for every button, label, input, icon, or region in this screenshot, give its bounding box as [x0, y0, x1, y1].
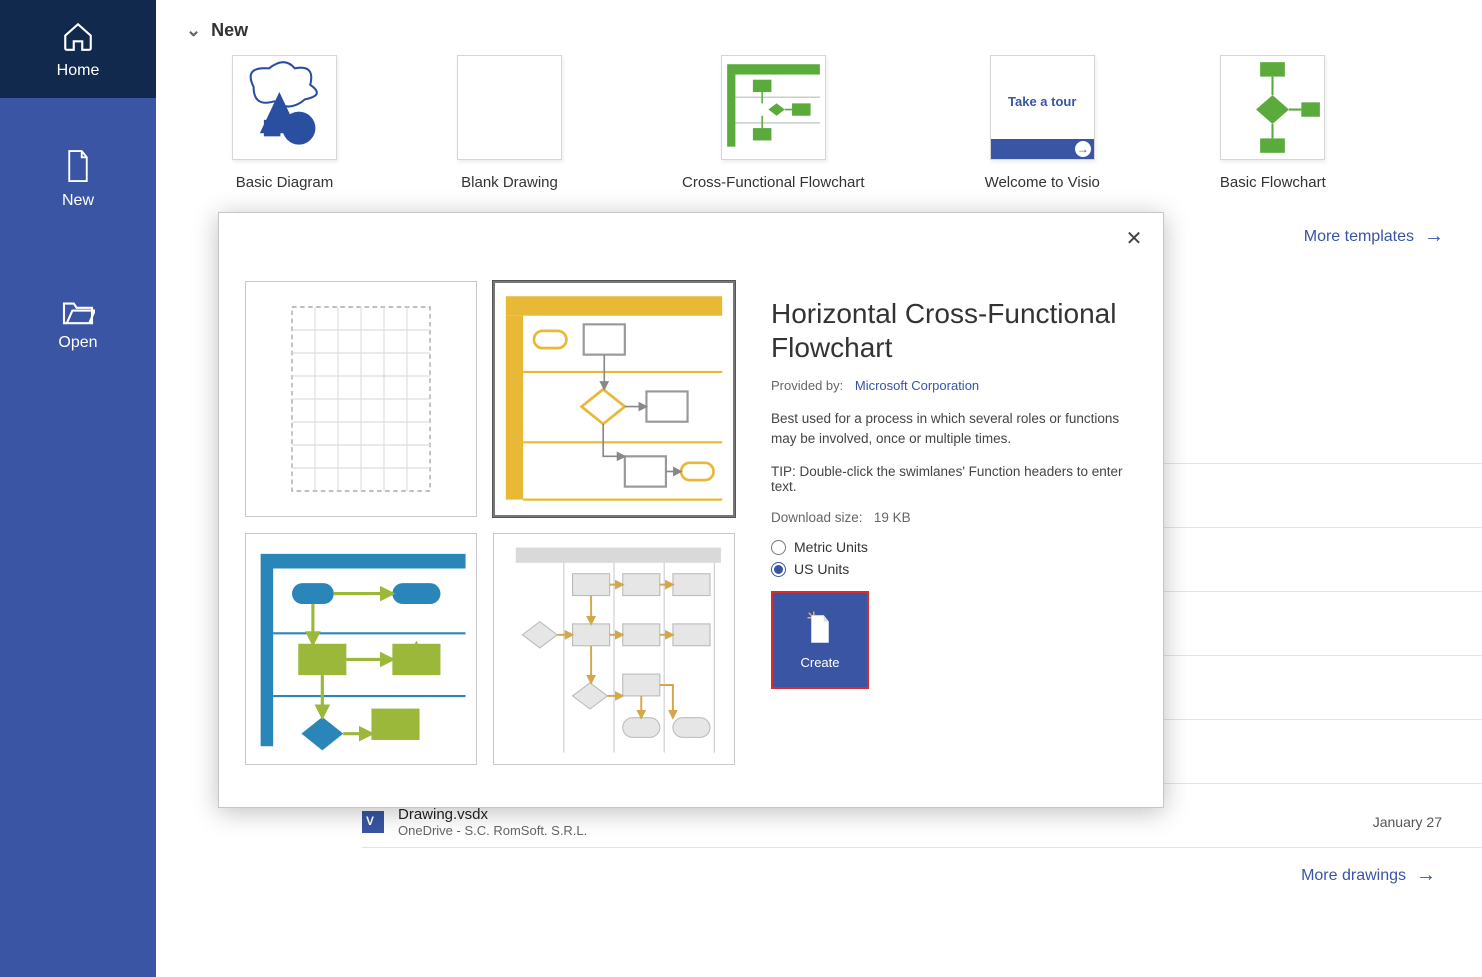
- template-thumb: [232, 55, 337, 160]
- template-description: Best used for a process in which several…: [771, 409, 1141, 448]
- template-label: Basic Flowchart: [1220, 174, 1326, 191]
- nav-new-label: New: [62, 192, 94, 209]
- create-button[interactable]: Create: [771, 591, 869, 689]
- radio-us-label: US Units: [794, 561, 849, 577]
- template-details: Horizontal Cross-Functional Flowchart Pr…: [771, 297, 1141, 583]
- download-size-label: Download size:: [771, 510, 863, 525]
- nav-open-label: Open: [58, 334, 97, 351]
- section-new-header[interactable]: ⌄ New: [186, 0, 1452, 55]
- create-label: Create: [800, 655, 839, 670]
- nav-home[interactable]: Home: [0, 0, 156, 98]
- template-thumb: Take a tour →: [990, 55, 1095, 160]
- file-meta: Drawing.vsdx OneDrive - S.C. RomSoft. S.…: [398, 806, 1373, 838]
- template-cross-functional[interactable]: Cross-Functional Flowchart: [682, 55, 865, 191]
- download-size-value: 19 KB: [874, 510, 911, 525]
- preview-vertical-beige[interactable]: [493, 533, 735, 765]
- more-drawings-link[interactable]: More drawings →: [1301, 830, 1444, 887]
- preview-grid: [245, 281, 735, 765]
- nav-new[interactable]: New: [0, 128, 156, 228]
- radio-metric-units[interactable]: Metric Units: [771, 539, 1141, 555]
- chevron-down-icon: ⌄: [186, 20, 201, 41]
- close-button[interactable]: ✕: [1119, 223, 1149, 253]
- template-blank-drawing[interactable]: Blank Drawing: [457, 55, 562, 191]
- nav-open[interactable]: Open: [0, 278, 156, 370]
- template-label: Basic Diagram: [232, 174, 337, 191]
- radio-metric-label: Metric Units: [794, 539, 868, 555]
- home-icon: [61, 20, 95, 54]
- template-tip: TIP: Double-click the swimlanes' Functio…: [771, 464, 1141, 494]
- template-thumb: [721, 55, 826, 160]
- template-label: Blank Drawing: [457, 174, 562, 191]
- more-templates-label: More templates: [1304, 228, 1414, 246]
- new-file-icon: [63, 148, 93, 184]
- close-icon: ✕: [1126, 226, 1143, 251]
- file-date: January 27: [1373, 814, 1482, 830]
- arrow-right-icon: →: [1075, 141, 1091, 157]
- radio-us-input[interactable]: [771, 562, 786, 577]
- preview-horizontal-yellow[interactable]: [493, 281, 735, 517]
- template-thumb: [1220, 55, 1325, 160]
- arrow-right-icon: →: [1416, 864, 1436, 887]
- open-folder-icon: [61, 298, 95, 326]
- template-label: Welcome to Visio: [985, 174, 1100, 191]
- file-location: OneDrive - S.C. RomSoft. S.R.L.: [398, 823, 1373, 838]
- template-label: Cross-Functional Flowchart: [682, 174, 865, 191]
- template-title: Horizontal Cross-Functional Flowchart: [771, 297, 1141, 364]
- template-basic-diagram[interactable]: Basic Diagram: [232, 55, 337, 191]
- cross-functional-icon: [722, 56, 825, 159]
- template-thumb: [457, 55, 562, 160]
- template-detail-modal: ✕: [218, 212, 1164, 808]
- tour-text: Take a tour: [991, 94, 1094, 109]
- more-drawings-label: More drawings: [1301, 867, 1406, 885]
- download-size-row: Download size: 19 KB: [771, 510, 1141, 525]
- create-file-icon: [805, 611, 835, 647]
- radio-metric-input[interactable]: [771, 540, 786, 555]
- preview-blank-grid[interactable]: [245, 281, 477, 517]
- basic-flowchart-icon: [1221, 56, 1324, 159]
- visio-file-icon: [362, 811, 384, 833]
- provider-link[interactable]: Microsoft Corporation: [855, 378, 979, 393]
- provided-by-label: Provided by:: [771, 378, 843, 393]
- templates-row: Basic Diagram Blank Drawing: [186, 55, 1452, 191]
- basic-diagram-icon: [233, 56, 336, 159]
- sidebar: Home New Open: [0, 0, 156, 977]
- section-new-label: New: [211, 20, 248, 41]
- file-name: Drawing.vsdx: [398, 806, 1373, 823]
- nav-home-label: Home: [57, 62, 100, 79]
- template-basic-flowchart[interactable]: Basic Flowchart: [1220, 55, 1326, 191]
- arrow-right-icon: →: [1424, 225, 1444, 248]
- template-welcome-visio[interactable]: Take a tour → Welcome to Visio: [985, 55, 1100, 191]
- preview-horizontal-bluegreen[interactable]: [245, 533, 477, 765]
- provided-by-row: Provided by: Microsoft Corporation: [771, 378, 1141, 393]
- radio-us-units[interactable]: US Units: [771, 561, 1141, 577]
